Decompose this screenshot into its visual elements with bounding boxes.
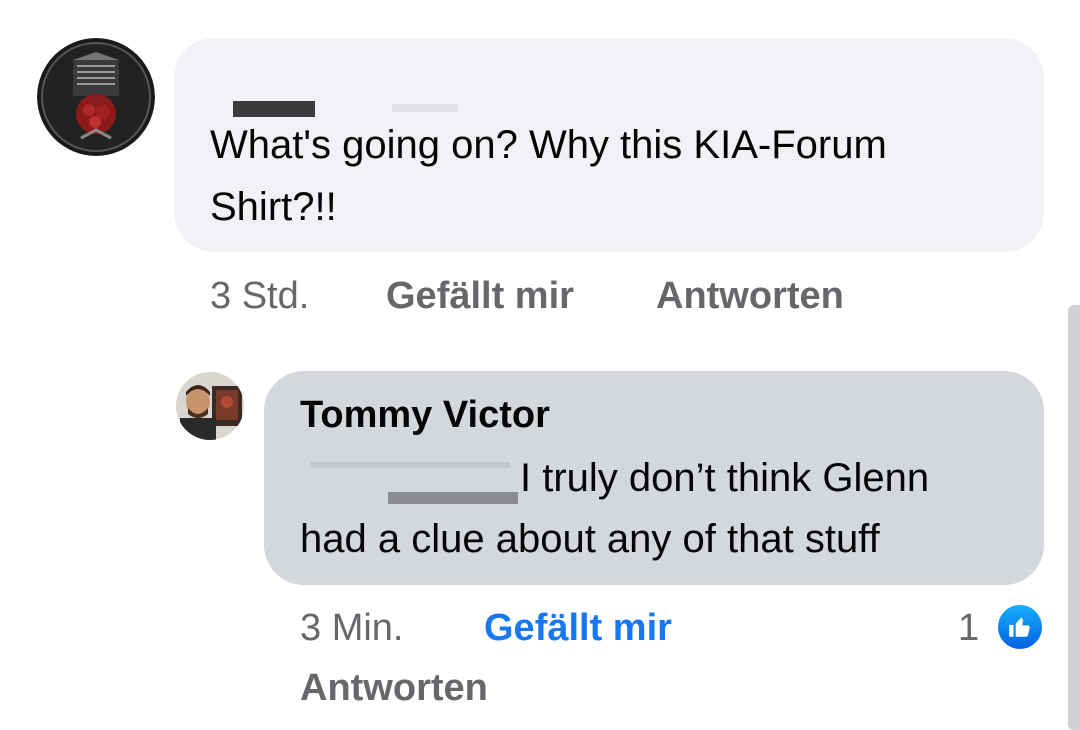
like-thumb-icon[interactable]: [996, 603, 1044, 651]
comment-timestamp[interactable]: 3 Std.: [210, 271, 309, 321]
reply-text: I truly don’t think Glenn: [520, 456, 930, 500]
comment-text: What's going on? Why this KIA-Forum: [210, 123, 887, 167]
reply-text: had a clue about any of that stuff: [300, 517, 880, 561]
like-button-active[interactable]: Gefällt mir: [484, 603, 672, 653]
reply-author-avatar[interactable]: [176, 372, 244, 440]
reply-button[interactable]: Antworten: [656, 271, 844, 321]
redacted-author-name: [392, 104, 458, 112]
redacted-mention: [310, 462, 510, 468]
reply-button[interactable]: Antworten: [300, 663, 488, 713]
reply-author-name[interactable]: Tommy Victor: [300, 390, 550, 440]
commenter-avatar[interactable]: [37, 38, 155, 156]
reply-timestamp[interactable]: 3 Min.: [300, 603, 403, 653]
scrollbar[interactable]: [1068, 305, 1080, 730]
comment-text: Shirt?!!: [210, 185, 337, 229]
comments-thread: What's going on? Why this KIA-Forum Shir…: [0, 0, 1080, 730]
reaction-count[interactable]: 1: [958, 603, 979, 653]
redacted-mention: [388, 492, 518, 504]
like-button[interactable]: Gefällt mir: [386, 271, 574, 321]
